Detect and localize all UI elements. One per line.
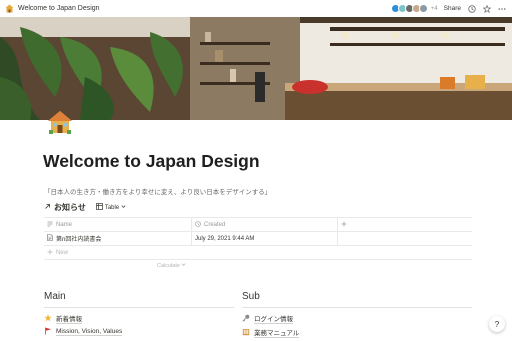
arrow-link-icon (44, 203, 51, 212)
table-header-row: Name Created (44, 217, 472, 232)
cell-created[interactable]: July 29, 2021 9:44 AM (192, 231, 338, 246)
page-tagline[interactable]: 「日本人の生き方・働き方をより幸せに変え、より良い日本をデザインする」 (44, 186, 271, 196)
column-header-created[interactable]: Created (192, 217, 338, 232)
collaborator-avatars[interactable]: +4 (390, 4, 438, 13)
cell-empty (338, 231, 358, 246)
new-row-button[interactable]: New (44, 245, 472, 260)
star-icon[interactable] (482, 4, 491, 13)
avatar-extra-count[interactable]: +4 (431, 6, 438, 12)
help-button[interactable]: ? (489, 316, 505, 332)
column-header-name[interactable]: Name (44, 217, 192, 232)
section-heading-sub[interactable]: Sub (242, 291, 260, 302)
page-icon (47, 234, 53, 243)
top-bar: Welcome to Japan Design +4 Share (0, 0, 512, 17)
calculate-button[interactable]: Calculate (157, 262, 186, 269)
link-news[interactable]: 新着情報 (44, 313, 82, 324)
clock-icon[interactable] (467, 4, 476, 13)
topbar-actions: +4 Share (390, 4, 506, 13)
plus-icon (341, 221, 347, 229)
divider (44, 307, 234, 308)
database-title[interactable]: お知らせ (44, 202, 86, 213)
cover-image (0, 17, 512, 120)
star-icon (44, 313, 52, 324)
database-title-label: お知らせ (54, 203, 86, 212)
link-login-info[interactable]: ログイン情報 (242, 313, 293, 324)
chevron-down-icon (181, 263, 186, 269)
plus-icon (47, 249, 53, 257)
divider (242, 307, 472, 308)
database-header: お知らせ Table (44, 202, 126, 213)
avatar[interactable] (418, 4, 428, 13)
divider (44, 259, 472, 260)
chevron-down-icon (121, 204, 126, 211)
flag-icon (44, 327, 52, 337)
house-icon (5, 4, 14, 13)
table-icon (95, 203, 103, 212)
more-icon[interactable] (497, 4, 506, 13)
link-manual[interactable]: 業務マニュアル (242, 327, 300, 338)
add-column-button[interactable] (338, 217, 358, 232)
view-switcher[interactable]: Table (95, 203, 126, 212)
link-mission[interactable]: Mission, Vision, Values (44, 327, 123, 337)
section-heading-main[interactable]: Main (44, 291, 66, 302)
view-label: Table (104, 204, 120, 211)
text-icon (47, 221, 53, 229)
key-icon (242, 314, 250, 324)
house-icon[interactable] (46, 108, 74, 136)
share-button[interactable]: Share (444, 5, 461, 12)
book-icon (242, 328, 250, 338)
breadcrumb-page-title[interactable]: Welcome to Japan Design (18, 5, 100, 12)
page-title[interactable]: Welcome to Japan Design (43, 151, 260, 172)
cell-name[interactable]: 第n回社内読書会 (44, 231, 192, 246)
table-row[interactable]: 第n回社内読書会 July 29, 2021 9:44 AM (44, 231, 472, 246)
new-row-cell: New (44, 245, 68, 260)
clock-icon (195, 220, 201, 229)
